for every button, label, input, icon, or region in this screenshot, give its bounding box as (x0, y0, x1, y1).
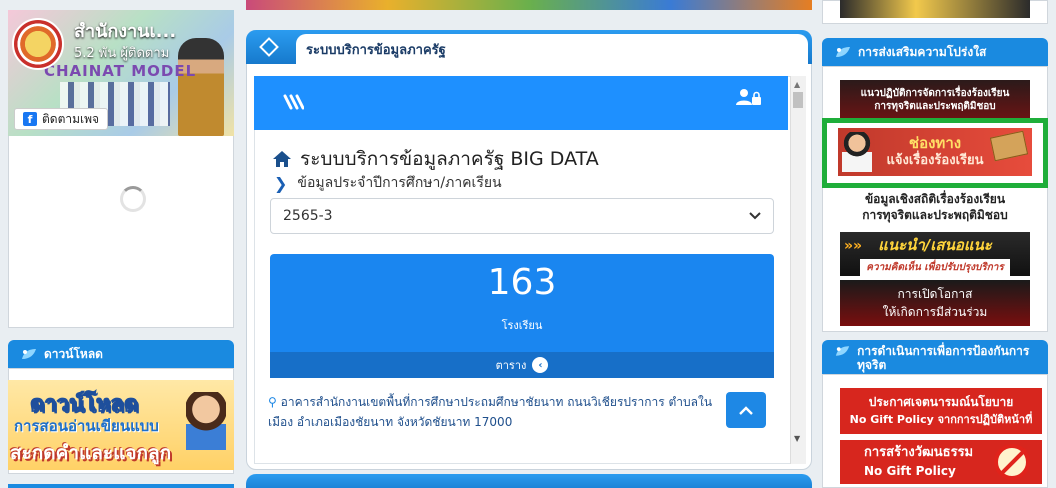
top-banner-strip (246, 0, 812, 10)
banner-line: No Gift Policy (864, 464, 956, 478)
office-logo-icon[interactable] (12, 18, 64, 70)
next-middle-panel-header (246, 474, 812, 488)
facebook-followers: 5.2 พัน ผู้ติดตาม (74, 46, 170, 61)
embed-scrollbar[interactable] (790, 76, 806, 464)
arrow-circle-icon: ‹ (532, 357, 549, 373)
banner-line: การเปิดโอกาส (897, 287, 973, 301)
transparency-title: การส่งเสริมความโปร่งใส (858, 44, 987, 59)
office-address-text: อาคารสำนักงานเขตพื้นที่การศึกษาประถมศึกษ… (268, 395, 713, 429)
downloads-title: ดาวน์โหลด (44, 346, 103, 361)
chevron-down-icon (749, 212, 761, 220)
banner-line: แนะนำ/เสนอแนะ (878, 235, 992, 254)
scroll-down-arrow-icon[interactable]: ▼ (794, 434, 800, 443)
school-count-label: โรงเรียน (501, 319, 543, 332)
leaf-icon (22, 349, 36, 359)
scrollbar-thumb[interactable] (793, 92, 803, 108)
app-title-text: ระบบบริการข้อมูลภาครัฐ BIG DATA (300, 148, 599, 170)
participation-banner[interactable]: การเปิดโอกาส ให้เกิดการมีส่วนร่วม (840, 280, 1030, 326)
next-left-panel-header (8, 484, 234, 488)
teacher-illustration (186, 392, 226, 450)
table-link-label: ตาราง (495, 359, 527, 372)
home-icon (273, 151, 291, 167)
anticorruption-title: การดำเนินการเพื่อการป้องกันการทุจริต (857, 344, 1030, 372)
facebook-page-name[interactable]: สำนักงานเ... (74, 16, 176, 45)
year-term-value: 2565-3 (283, 208, 333, 224)
transparency-header: การส่งเสริมความโปร่งใส (822, 38, 1048, 66)
banner-line: การทุจริตและประพฤติมิชอบ (862, 208, 1008, 222)
menu-stripes-icon[interactable] (282, 92, 305, 118)
leaf-icon (836, 47, 850, 57)
user-lock-icon[interactable] (736, 88, 762, 111)
cover-text: CHAINAT MODEL (44, 62, 197, 80)
banner-line: ความคิดเห็น เพื่อปรับปรุงบริการ (860, 258, 1010, 276)
banner-line: การทุจริตและประพฤติมิชอบ (874, 101, 996, 112)
office-address: ⚲ อาคารสำนักงานเขตพื้นที่การศึกษาประถมศึ… (268, 392, 732, 442)
complaint-statistics-banner[interactable]: ข้อมูลเชิงสถิติเรื่องร้องเรียน การทุจริต… (840, 188, 1030, 226)
no-gift-icon (994, 444, 1030, 480)
app-top-bar (254, 76, 788, 130)
right-top-banner[interactable] (840, 0, 1030, 18)
suggestion-banner[interactable]: แนะนำ/เสนอแนะ ความคิดเห็น เพื่อปรับปรุงบ… (840, 232, 1030, 276)
arrows-icon: »» (844, 238, 863, 254)
table-link[interactable]: ตาราง ‹ (270, 352, 774, 378)
subtitle-text: ข้อมูลประจำปีการศึกษา/ภาคเรียน (297, 175, 502, 191)
no-gift-declaration-banner[interactable]: ประกาศเจตนารมณ์นโยบาย No Gift Policy จาก… (840, 388, 1042, 434)
map-pin-icon: ⚲ (268, 395, 277, 409)
banner-line: ประกาศเจตนารมณ์นโยบาย (868, 395, 1014, 409)
scroll-to-top-button[interactable] (726, 392, 766, 428)
chevron-right-icon: ❯ (274, 173, 288, 193)
school-count-value: 163 (487, 262, 557, 303)
anticorruption-header: การดำเนินการเพื่อการป้องกันการทุจริต (822, 340, 1048, 374)
facebook-icon: f (23, 112, 37, 126)
gov-data-panel-title: ระบบบริการข้อมูลภาครัฐ (296, 34, 808, 64)
banner-line: ข้อมูลเชิงสถิติเรื่องร้องเรียน (864, 192, 1006, 206)
app-title: ระบบบริการข้อมูลภาครัฐ BIG DATA (272, 144, 599, 174)
complaint-guideline-banner[interactable]: แนวปฏิบัติการจัดการเรื่องร้องเรียน การทุ… (840, 80, 1030, 120)
chevron-up-icon (739, 405, 753, 415)
spinner-icon (120, 186, 146, 212)
follow-page-button[interactable]: f ติดตามเพจ (14, 108, 109, 130)
banner-line: แนวปฏิบัติการจัดการเรื่องร้องเรียน (860, 88, 1010, 99)
year-term-select[interactable]: 2565-3 (270, 198, 774, 234)
banner-line: การสร้างวัฒนธรรม (864, 445, 974, 460)
banner-line: No Gift Policy จากการปฏิบัติหน้าที่ (849, 413, 1033, 426)
download-banner-line3: สะกดคำและแจกลูก (10, 442, 172, 464)
download-banner-line2: การสอนอ่านเขียนแบบ (14, 417, 159, 435)
highlight-frame (822, 118, 1048, 188)
follow-page-label: ติดตามเพจ (42, 111, 100, 126)
downloads-header: ดาวน์โหลด (8, 340, 234, 368)
subtitle: ❯ ข้อมูลประจำปีการศึกษา/ภาคเรียน (274, 172, 502, 194)
scroll-up-arrow-icon[interactable]: ▲ (794, 80, 800, 89)
cover-photo-person (178, 38, 224, 136)
banner-line: ให้เกิดการมีส่วนร่วม (882, 305, 988, 319)
leaf-icon (835, 346, 850, 356)
